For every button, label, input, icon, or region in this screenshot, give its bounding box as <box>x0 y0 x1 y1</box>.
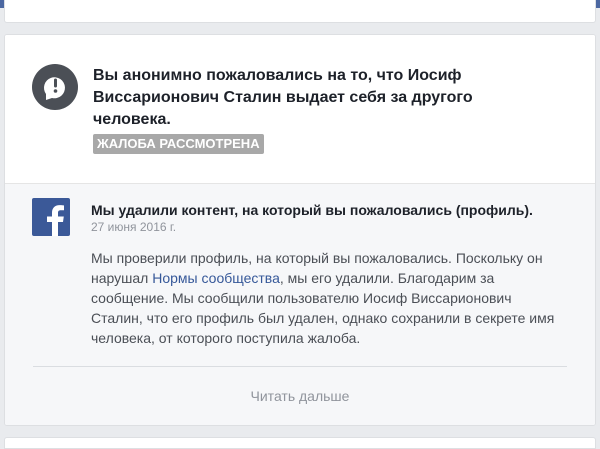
report-title: Вы анонимно пожаловались на то, что Иоси… <box>93 67 473 128</box>
read-more-button[interactable]: Читать дальше <box>5 386 595 406</box>
report-card: Вы анонимно пожаловались на то, что Иоси… <box>4 34 596 426</box>
previous-card <box>4 0 596 23</box>
facebook-logo-icon <box>32 198 70 236</box>
divider <box>33 366 567 367</box>
next-card <box>4 437 596 449</box>
message-section: Мы удалили контент, на который вы пожало… <box>5 183 595 425</box>
community-standards-link[interactable]: Нормы сообщества <box>152 270 280 286</box>
message-date: 27 июня 2016 г. <box>91 220 177 234</box>
exclamation-icon <box>32 64 78 110</box>
report-section: Вы анонимно пожаловались на то, что Иоси… <box>5 35 595 183</box>
message-body: Мы проверили профиль, на который вы пожа… <box>91 248 567 348</box>
status-badge: ЖАЛОБА РАССМОТРЕНА <box>93 134 264 154</box>
message-heading: Мы удалили контент, на который вы пожало… <box>91 202 533 218</box>
